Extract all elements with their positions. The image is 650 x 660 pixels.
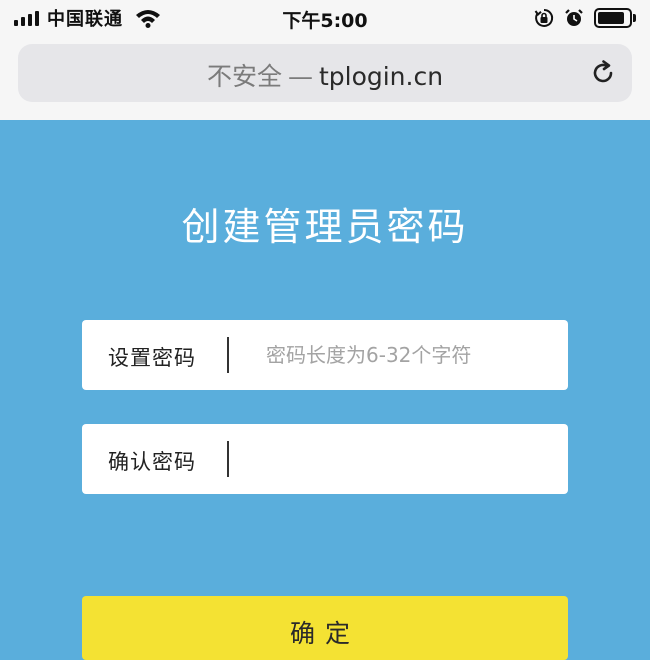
address-text: 不安全 — tplogin.cn bbox=[18, 57, 632, 93]
confirm-password-field[interactable]: 确认密码 bbox=[82, 424, 568, 494]
security-label: 不安全 bbox=[206, 62, 282, 91]
confirm-password-input[interactable] bbox=[242, 436, 566, 482]
domain-text: tplogin.cn bbox=[318, 62, 444, 91]
status-right bbox=[534, 6, 636, 30]
password-input[interactable] bbox=[242, 332, 566, 378]
confirm-password-label: 确认密码 bbox=[108, 450, 196, 474]
battery-icon bbox=[594, 8, 636, 28]
address-bar[interactable]: 不安全 — tplogin.cn bbox=[18, 44, 632, 102]
page-title: 创建管理员密码 bbox=[181, 205, 469, 249]
text-cursor bbox=[227, 337, 229, 373]
orientation-lock-icon bbox=[534, 8, 554, 27]
browser-chrome: 中国联通 下午5:00 不安全 — tplogin.cn bbox=[0, 0, 650, 120]
reload-icon[interactable] bbox=[588, 58, 618, 88]
password-field[interactable]: 设置密码 bbox=[82, 320, 568, 390]
address-separator: — bbox=[287, 62, 313, 91]
password-label: 设置密码 bbox=[108, 346, 196, 370]
confirm-button[interactable]: 确定 bbox=[82, 596, 568, 660]
alarm-icon bbox=[565, 9, 583, 26]
text-cursor bbox=[227, 441, 229, 477]
status-bar: 中国联通 下午5:00 bbox=[0, 0, 650, 36]
confirm-button-label: 确定 bbox=[289, 619, 360, 648]
